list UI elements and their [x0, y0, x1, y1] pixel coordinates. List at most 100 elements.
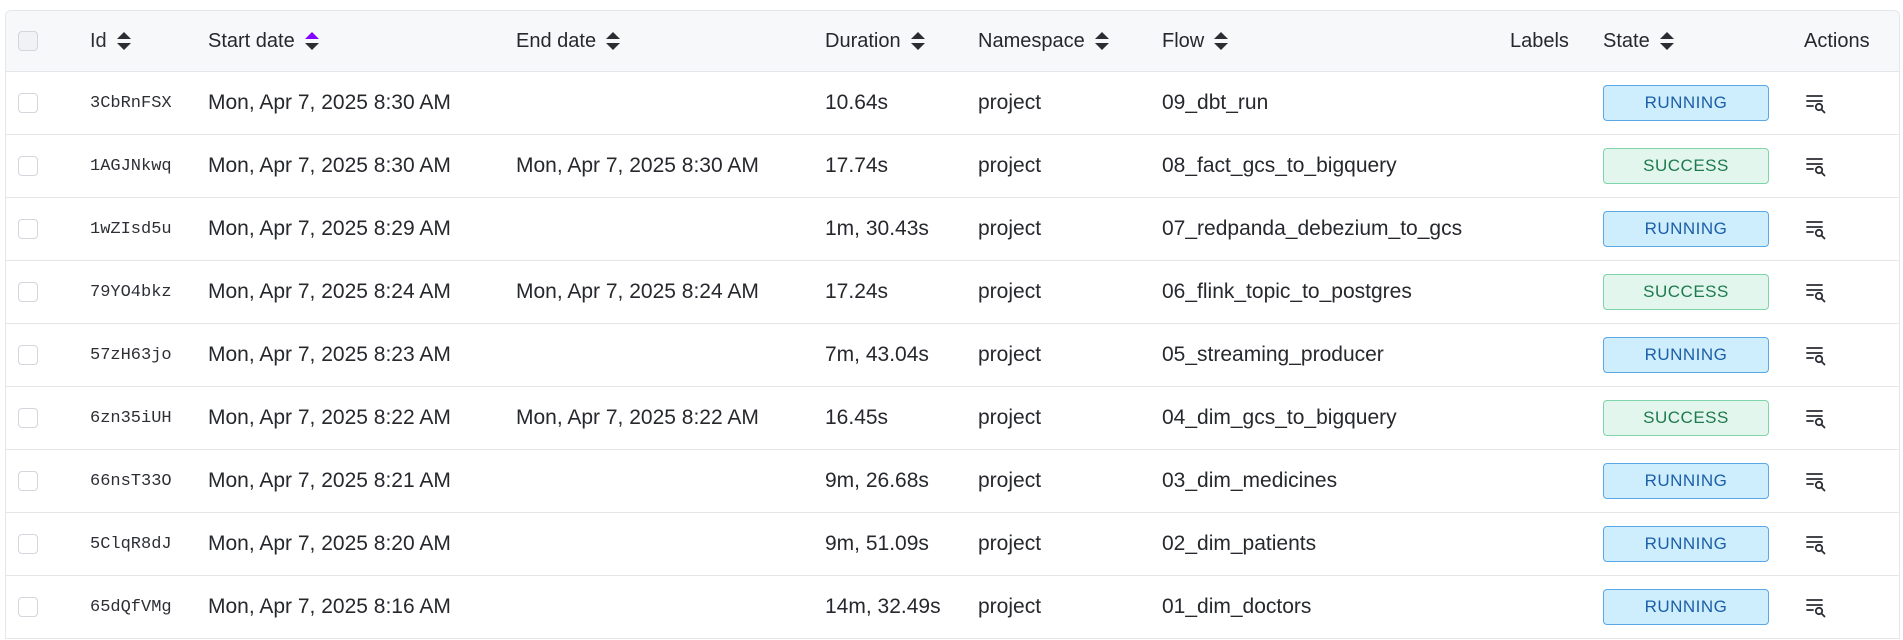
- column-header-namespace[interactable]: Namespace: [978, 11, 1109, 71]
- column-header-start-date[interactable]: Start date: [208, 11, 319, 71]
- actions-cell: [1805, 135, 1827, 197]
- column-header-labels-label: Labels: [1510, 29, 1569, 52]
- table-row[interactable]: 1AGJNkwq Mon, Apr 7, 2025 8:30 AM Mon, A…: [6, 135, 1899, 198]
- state-cell: SUCCESS: [1603, 261, 1769, 323]
- flow-name[interactable]: 07_redpanda_debezium_to_gcs: [1162, 198, 1462, 260]
- table-row[interactable]: 3CbRnFSX Mon, Apr 7, 2025 8:30 AM 10.64s…: [6, 72, 1899, 135]
- execution-id[interactable]: 3CbRnFSX: [90, 72, 172, 134]
- sort-icon[interactable]: [1094, 31, 1109, 51]
- flow-name[interactable]: 06_flink_topic_to_postgres: [1162, 261, 1412, 323]
- status-badge: SUCCESS: [1603, 274, 1769, 310]
- namespace[interactable]: project: [978, 576, 1041, 638]
- row-checkbox[interactable]: [18, 597, 38, 617]
- namespace[interactable]: project: [978, 324, 1041, 386]
- view-details-icon[interactable]: [1805, 92, 1827, 114]
- sort-icon[interactable]: [1659, 31, 1674, 51]
- status-badge: SUCCESS: [1603, 148, 1769, 184]
- execution-id[interactable]: 66nsT33O: [90, 450, 172, 512]
- sort-icon[interactable]: [116, 31, 131, 51]
- actions-cell: [1805, 261, 1827, 323]
- row-select-cell: [18, 135, 38, 197]
- sort-icon[interactable]: [910, 31, 925, 51]
- view-details-icon[interactable]: [1805, 155, 1827, 177]
- status-badge: RUNNING: [1603, 463, 1769, 499]
- row-checkbox[interactable]: [18, 345, 38, 365]
- flow-name[interactable]: 04_dim_gcs_to_bigquery: [1162, 387, 1397, 449]
- column-header-duration[interactable]: Duration: [825, 11, 925, 71]
- table-row[interactable]: 6zn35iUH Mon, Apr 7, 2025 8:22 AM Mon, A…: [6, 387, 1899, 450]
- start-date: Mon, Apr 7, 2025 8:29 AM: [208, 217, 451, 240]
- flow-name[interactable]: 02_dim_patients: [1162, 513, 1316, 575]
- view-details-icon[interactable]: [1805, 218, 1827, 240]
- column-header-id[interactable]: Id: [90, 11, 131, 71]
- column-header-end-date[interactable]: End date: [516, 11, 621, 71]
- namespace[interactable]: project: [978, 135, 1041, 197]
- start-date: Mon, Apr 7, 2025 8:23 AM: [208, 343, 451, 366]
- row-select-cell: [18, 324, 38, 386]
- execution-id[interactable]: 79YO4bkz: [90, 261, 172, 323]
- row-checkbox[interactable]: [18, 156, 38, 176]
- row-select-cell: [18, 261, 38, 323]
- status-badge: RUNNING: [1603, 337, 1769, 373]
- namespace[interactable]: project: [978, 387, 1041, 449]
- column-header-state[interactable]: State: [1603, 11, 1674, 71]
- column-header-actions: Actions: [1804, 11, 1870, 71]
- namespace[interactable]: project: [978, 198, 1041, 260]
- row-checkbox[interactable]: [18, 534, 38, 554]
- row-checkbox[interactable]: [18, 93, 38, 113]
- view-details-icon[interactable]: [1805, 281, 1827, 303]
- state-cell: RUNNING: [1603, 450, 1769, 512]
- sort-icon[interactable]: [606, 31, 621, 51]
- view-details-icon[interactable]: [1805, 407, 1827, 429]
- namespace[interactable]: project: [978, 72, 1041, 134]
- table-row[interactable]: 65dQfVMg Mon, Apr 7, 2025 8:16 AM 14m, 3…: [6, 576, 1899, 639]
- view-details-icon[interactable]: [1805, 596, 1827, 618]
- row-checkbox[interactable]: [18, 471, 38, 491]
- row-checkbox[interactable]: [18, 408, 38, 428]
- duration: 7m, 43.04s: [825, 343, 929, 366]
- flow-name[interactable]: 08_fact_gcs_to_bigquery: [1162, 135, 1397, 197]
- namespace[interactable]: project: [978, 513, 1041, 575]
- start-date: Mon, Apr 7, 2025 8:30 AM: [208, 154, 451, 177]
- start-date: Mon, Apr 7, 2025 8:24 AM: [208, 280, 451, 303]
- namespace[interactable]: project: [978, 261, 1041, 323]
- view-details-icon[interactable]: [1805, 344, 1827, 366]
- flow-name[interactable]: 05_streaming_producer: [1162, 324, 1384, 386]
- flow-name[interactable]: 01_dim_doctors: [1162, 576, 1311, 638]
- column-header-state-label: State: [1603, 29, 1650, 52]
- table-row[interactable]: 66nsT33O Mon, Apr 7, 2025 8:21 AM 9m, 26…: [6, 450, 1899, 513]
- table-row[interactable]: 79YO4bkz Mon, Apr 7, 2025 8:24 AM Mon, A…: [6, 261, 1899, 324]
- flow-name[interactable]: 03_dim_medicines: [1162, 450, 1337, 512]
- execution-id[interactable]: 57zH63jo: [90, 324, 172, 386]
- execution-id[interactable]: 1AGJNkwq: [90, 135, 172, 197]
- end-date: Mon, Apr 7, 2025 8:30 AM: [516, 154, 759, 177]
- select-all-cell: [18, 11, 38, 71]
- duration: 14m, 32.49s: [825, 595, 941, 618]
- sort-icon[interactable]: [1214, 31, 1229, 51]
- actions-cell: [1805, 387, 1827, 449]
- column-header-flow[interactable]: Flow: [1162, 11, 1229, 71]
- execution-id[interactable]: 6zn35iUH: [90, 387, 172, 449]
- duration: 9m, 51.09s: [825, 532, 929, 555]
- namespace[interactable]: project: [978, 450, 1041, 512]
- duration: 9m, 26.68s: [825, 469, 929, 492]
- execution-id[interactable]: 5ClqR8dJ: [90, 513, 172, 575]
- actions-cell: [1805, 324, 1827, 386]
- execution-id[interactable]: 65dQfVMg: [90, 576, 172, 638]
- state-cell: RUNNING: [1603, 576, 1769, 638]
- flow-name[interactable]: 09_dbt_run: [1162, 72, 1268, 134]
- table-row[interactable]: 5ClqR8dJ Mon, Apr 7, 2025 8:20 AM 9m, 51…: [6, 513, 1899, 576]
- row-checkbox[interactable]: [18, 219, 38, 239]
- column-header-id-label: Id: [90, 29, 107, 52]
- actions-cell: [1805, 576, 1827, 638]
- select-all-checkbox[interactable]: [18, 31, 38, 51]
- view-details-icon[interactable]: [1805, 470, 1827, 492]
- sort-active-icon[interactable]: [304, 31, 319, 51]
- row-checkbox[interactable]: [18, 282, 38, 302]
- table-row[interactable]: 57zH63jo Mon, Apr 7, 2025 8:23 AM 7m, 43…: [6, 324, 1899, 387]
- end-date: Mon, Apr 7, 2025 8:22 AM: [516, 406, 759, 429]
- execution-id[interactable]: 1wZIsd5u: [90, 198, 172, 260]
- table-row[interactable]: 1wZIsd5u Mon, Apr 7, 2025 8:29 AM 1m, 30…: [6, 198, 1899, 261]
- status-badge: RUNNING: [1603, 589, 1769, 625]
- view-details-icon[interactable]: [1805, 533, 1827, 555]
